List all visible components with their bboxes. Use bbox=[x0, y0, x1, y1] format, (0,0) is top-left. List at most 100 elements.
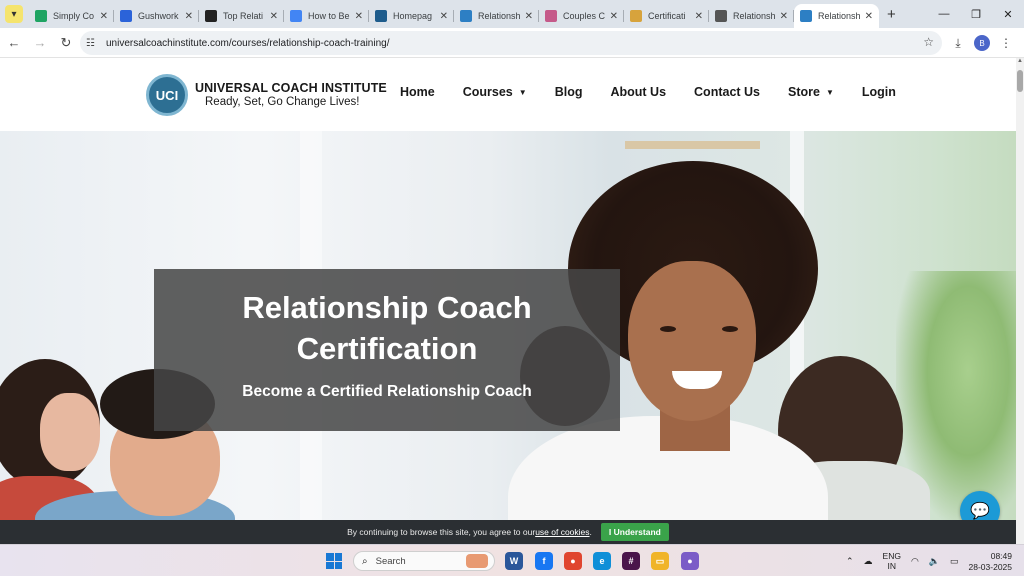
nav-label: Blog bbox=[554, 85, 583, 99]
nav-about-us[interactable]: About Us bbox=[610, 85, 666, 99]
nav-blog[interactable]: Blog bbox=[555, 85, 583, 99]
tab-close-icon[interactable]: ✕ bbox=[440, 11, 448, 22]
site-info-icon[interactable]: ☷ bbox=[86, 38, 102, 49]
hero-title: Relationship Coach Certification bbox=[154, 287, 620, 369]
hero-title-line-2: Certification bbox=[296, 331, 478, 366]
url-text[interactable]: universalcoachinstitute.com/courses/rela… bbox=[106, 38, 389, 49]
slack-icon[interactable]: # bbox=[622, 552, 640, 570]
tab-favicon-icon bbox=[205, 10, 217, 22]
person-left-face bbox=[40, 393, 100, 471]
tab-favicon-icon bbox=[375, 10, 387, 22]
browser-tab-strip: ▾ Simply Co ✕ Gushwork ✕ Top Relati ✕ How to B… bbox=[0, 0, 1024, 28]
facebook-icon[interactable]: f bbox=[535, 552, 553, 570]
language-code: ENG bbox=[882, 551, 901, 561]
browser-tab[interactable]: How to Be ✕ bbox=[284, 4, 369, 28]
tab-favicon-icon bbox=[460, 10, 472, 22]
hero-title-line-1: Relationship Coach bbox=[242, 290, 532, 325]
tab-close-icon[interactable]: ✕ bbox=[525, 11, 533, 22]
chevron-up-icon[interactable]: ⌃ bbox=[846, 556, 854, 567]
browser-tab[interactable]: Simply Co ✕ bbox=[29, 4, 114, 28]
tab-close-icon[interactable]: ✕ bbox=[695, 11, 703, 22]
i-understand-button[interactable]: I Understand bbox=[600, 523, 669, 541]
tab-favicon-icon bbox=[35, 10, 47, 22]
cookie-consent-bar: By continuing to browse this site, you a… bbox=[0, 520, 1016, 544]
browser-tab[interactable]: Certificati ✕ bbox=[624, 4, 709, 28]
forward-icon[interactable]: → bbox=[28, 31, 52, 55]
back-icon[interactable]: ← bbox=[2, 31, 26, 55]
minimize-icon[interactable]: — bbox=[928, 0, 960, 28]
cookie-text-suffix: . bbox=[589, 527, 592, 537]
tab-favicon-icon bbox=[120, 10, 132, 22]
tab-close-icon[interactable]: ✕ bbox=[100, 11, 108, 22]
download-icon[interactable]: ⤓ bbox=[946, 36, 970, 51]
nav-home[interactable]: Home bbox=[400, 85, 435, 99]
tab-label: How to Be bbox=[308, 11, 350, 21]
cookie-policy-link[interactable]: use of cookies bbox=[535, 527, 589, 537]
new-tab-icon[interactable]: + bbox=[887, 7, 896, 22]
browser-tab[interactable]: Relationsh ✕ bbox=[454, 4, 539, 28]
brand[interactable]: UNIVERSAL COACH INSTITUTE Ready, Set, Go… bbox=[195, 81, 387, 108]
tab-label: Gushwork bbox=[138, 11, 179, 21]
tab-close-icon[interactable]: ✕ bbox=[185, 11, 193, 22]
chrome-profile-icon[interactable]: ● bbox=[681, 552, 699, 570]
uci-logo[interactable]: UCI bbox=[146, 74, 188, 116]
volume-icon[interactable]: 🔈 bbox=[929, 556, 940, 567]
edge-icon[interactable]: e bbox=[593, 552, 611, 570]
cloud-icon[interactable]: ☁ bbox=[864, 556, 873, 567]
woman-eye bbox=[722, 326, 738, 332]
search-icon: ⌕ bbox=[362, 555, 368, 567]
brand-tagline: Ready, Set, Go Change Lives! bbox=[205, 96, 360, 108]
tab-search-icon[interactable]: ▾ bbox=[5, 5, 23, 23]
browser-tab[interactable]: Couples C ✕ bbox=[539, 4, 624, 28]
site-header: UCI UNIVERSAL COACH INSTITUTE Ready, Set… bbox=[0, 58, 1016, 131]
windows-start-icon[interactable] bbox=[326, 553, 342, 569]
nav-store[interactable]: Store ▼ bbox=[788, 85, 834, 99]
browser-tab[interactable]: Relationsh ✕ bbox=[709, 4, 794, 28]
reload-icon[interactable]: ↻ bbox=[54, 31, 78, 55]
scroll-up-icon[interactable]: ▲ bbox=[1016, 58, 1024, 66]
browser-tab[interactable]: Relationsh ✕ bbox=[794, 4, 879, 28]
chrome-icon[interactable]: ● bbox=[564, 552, 582, 570]
tab-label: Top Relati bbox=[223, 11, 264, 21]
tab-label: Relationsh bbox=[733, 11, 776, 21]
page-scrollbar[interactable]: ▲ bbox=[1016, 58, 1024, 544]
tab-favicon-icon bbox=[630, 10, 642, 22]
tab-label: Relationsh bbox=[818, 11, 861, 21]
restore-icon[interactable]: ❐ bbox=[960, 0, 992, 28]
tab-close-icon[interactable]: ✕ bbox=[865, 11, 873, 22]
taskbar-search-text: Search bbox=[375, 555, 406, 567]
tab-close-icon[interactable]: ✕ bbox=[780, 11, 788, 22]
wifi-icon[interactable]: ◠ bbox=[911, 556, 919, 567]
tab-list: Simply Co ✕ Gushwork ✕ Top Relati ✕ How to Be ✕… bbox=[29, 0, 879, 28]
browser-menu-icon[interactable]: ⋮ bbox=[994, 36, 1018, 50]
tab-close-icon[interactable]: ✕ bbox=[355, 11, 363, 22]
windows-taskbar: ⌕ Search Wf ● e # ▭ ● ⌃ ☁ ENG IN ◠ 🔈 ▭ 08:49 … bbox=[0, 544, 1024, 576]
nav-courses[interactable]: Courses ▼ bbox=[463, 85, 527, 99]
region-code: IN bbox=[887, 561, 897, 571]
browser-tab[interactable]: Gushwork ✕ bbox=[114, 4, 199, 28]
cookie-text: By continuing to browse this site, you a… bbox=[347, 527, 536, 537]
browser-tab[interactable]: Homepag ✕ bbox=[369, 4, 454, 28]
scroll-thumb[interactable] bbox=[1017, 70, 1023, 92]
tab-label: Simply Co bbox=[53, 11, 95, 21]
main-nav: Home Courses ▼ Blog About Us Contact Us Store ▼… bbox=[400, 85, 924, 99]
browser-tab[interactable]: Top Relati ✕ bbox=[199, 4, 284, 28]
tab-favicon-icon bbox=[290, 10, 302, 22]
nav-login[interactable]: Login bbox=[862, 85, 896, 99]
tab-close-icon[interactable]: ✕ bbox=[270, 11, 278, 22]
bookmark-star-icon[interactable]: ☆ bbox=[923, 35, 934, 49]
nav-contact-us[interactable]: Contact Us bbox=[694, 85, 760, 99]
profile-avatar[interactable]: B bbox=[974, 35, 990, 51]
battery-icon[interactable]: ▭ bbox=[950, 556, 959, 567]
close-window-icon[interactable]: ✕ bbox=[992, 0, 1024, 28]
brand-name: UNIVERSAL COACH INSTITUTE bbox=[195, 81, 387, 95]
file-explorer-icon[interactable]: ▭ bbox=[651, 552, 669, 570]
nav-label: Courses bbox=[462, 85, 513, 99]
language-indicator[interactable]: ENG IN bbox=[883, 551, 901, 571]
clock[interactable]: 08:49 28-03-2025 bbox=[969, 551, 1012, 573]
word-icon[interactable]: W bbox=[505, 552, 523, 570]
address-bar[interactable]: ☷ universalcoachinstitute.com/courses/re… bbox=[80, 31, 942, 55]
tab-close-icon[interactable]: ✕ bbox=[610, 11, 618, 22]
hero-banner: Relationship Coach Certification Become … bbox=[0, 131, 1016, 520]
taskbar-search[interactable]: ⌕ Search bbox=[353, 551, 495, 571]
